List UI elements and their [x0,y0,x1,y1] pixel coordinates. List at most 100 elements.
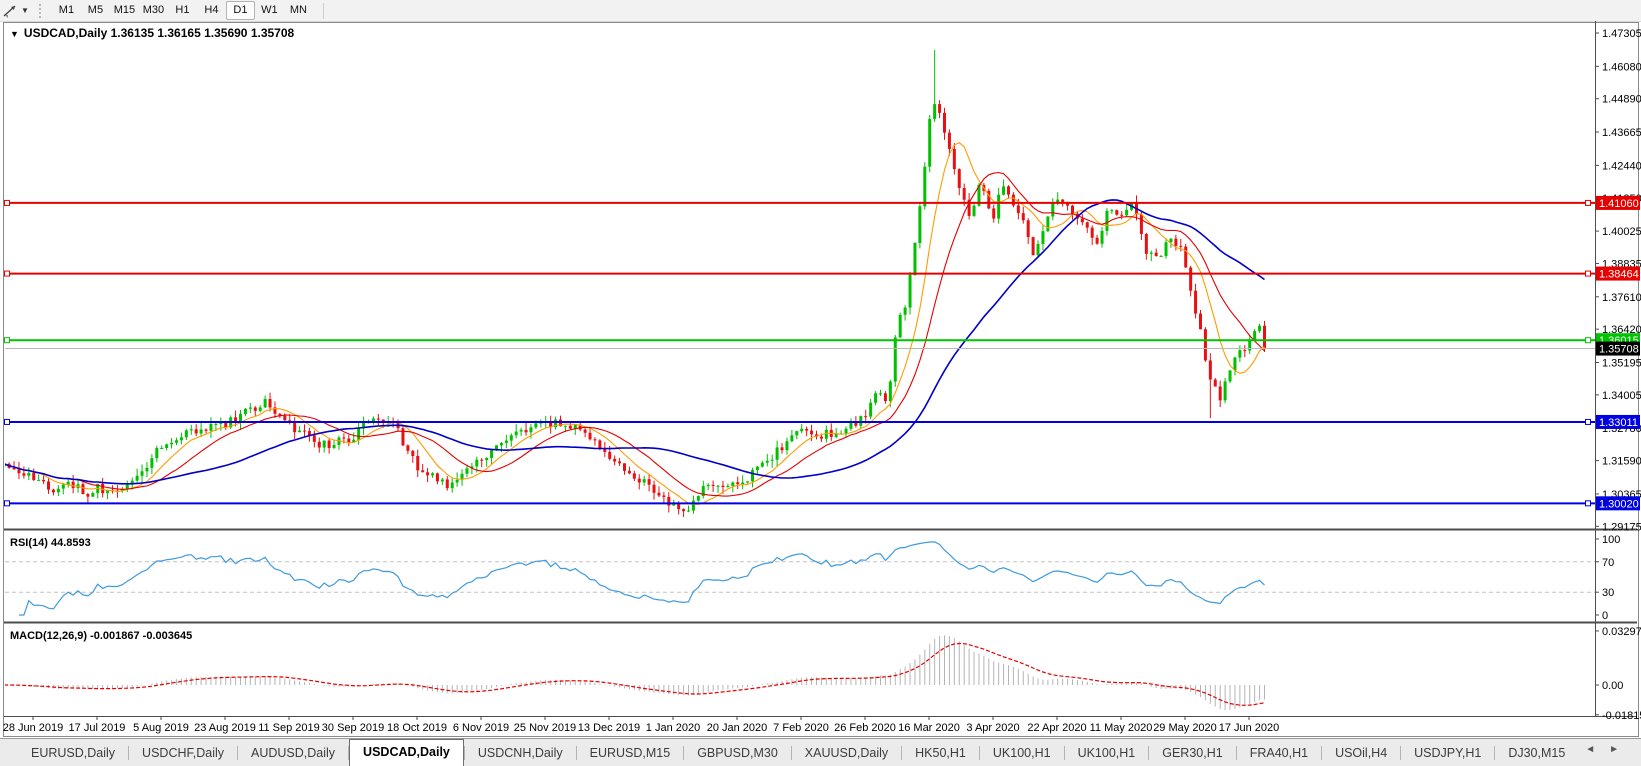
chart-symbol: USDCAD,Daily [24,26,107,40]
ohlc-open: 1.36135 [111,26,154,40]
date-axis-label: 30 Sep 2019 [322,722,384,734]
date-axis-label: 26 Feb 2020 [834,722,896,734]
ohlc-low: 1.35690 [204,26,247,40]
price-axis-label: 1.46080 [1602,61,1641,73]
price-axis-label: 1.42440 [1602,160,1641,172]
tab-usdcad-daily[interactable]: USDCAD,Daily [349,739,464,766]
svg-text:1.35708: 1.35708 [1599,344,1639,356]
date-axis-label: 22 Apr 2020 [1027,722,1086,734]
hline-handle[interactable] [1586,338,1591,343]
chart-tab-bar: EURUSD,DailyUSDCHF,DailyAUDUSD,DailyUSDC… [0,738,1641,766]
rsi-axis-label: 100 [1602,534,1620,546]
ohlc-high: 1.36165 [157,26,200,40]
bid-price-chip: 1.35708 [1596,342,1640,356]
macd-axis-label: 0.032972 [1602,626,1641,638]
macd-signal-line [4,644,1264,706]
price-axis-label: 1.37610 [1602,292,1641,304]
tab-dj30-m15[interactable]: DJ30,M15 [1495,740,1578,766]
date-axis-label: 29 May 2020 [1153,722,1217,734]
tab-fra40-h1[interactable]: FRA40,H1 [1237,740,1321,766]
date-axis-label: 23 Aug 2019 [194,722,256,734]
date-axis-label: 6 Nov 2019 [453,722,509,734]
date-axis-label: 11 Sep 2019 [258,722,320,734]
macd-panel[interactable]: MACD(12,26,9) -0.001867 -0.003645 0.03297… [4,626,1641,722]
hline-handle[interactable] [5,200,10,205]
hline-1.41060[interactable] [5,200,1596,205]
price-axis-label: 1.31590 [1602,456,1641,468]
ma-8-line [4,143,1264,505]
chart-title: ▼ USDCAD,Daily 1.36135 1.36165 1.35690 1.… [10,26,294,40]
chart-canvas[interactable]: 1.473051.460801.448901.436651.424401.412… [0,0,1641,766]
date-axis-label: 17 Jun 2020 [1219,722,1280,734]
svg-text:1.38464: 1.38464 [1599,269,1639,281]
tab-usoil-h4[interactable]: USOil,H4 [1322,740,1400,766]
tab-eurusd-m15[interactable]: EURUSD,M15 [577,740,684,766]
macd-title: MACD(12,26,9) -0.001867 -0.003645 [10,630,192,642]
price-axis-label: 1.43665 [1602,127,1641,139]
svg-text:1.30020: 1.30020 [1599,498,1639,510]
svg-text:1.33011: 1.33011 [1599,417,1638,429]
tab-usdcnh-daily[interactable]: USDCNH,Daily [465,740,576,766]
date-axis-label: 25 Nov 2019 [514,722,576,734]
hline-handle[interactable] [1586,200,1591,205]
hline-handle[interactable] [5,338,10,343]
date-axis-label: 7 Feb 2020 [773,722,829,734]
hline-price-chip: 1.30020 [1596,496,1640,510]
date-axis-label: 1 Jan 2020 [646,722,700,734]
rsi-axis-label: 0 [1602,610,1608,622]
hline-price-chip: 1.41060 [1596,196,1640,210]
chart-dropdown-icon[interactable]: ▼ [10,29,19,39]
rsi-panel[interactable]: RSI(14) 44.8593 100 70 30 0 [5,534,1620,622]
hline-1.38464[interactable] [5,271,1596,276]
tab-gbpusd-m30[interactable]: GBPUSD,M30 [684,740,791,766]
tab-uk100-h1[interactable]: UK100,H1 [980,740,1064,766]
date-axis-label: 3 Apr 2020 [966,722,1019,734]
hline-handle[interactable] [1586,271,1591,276]
tab-xauusd-daily[interactable]: XAUUSD,Daily [792,740,901,766]
hline-handle[interactable] [5,501,10,506]
svg-text:1.41060: 1.41060 [1599,198,1639,210]
tab-usdjpy-h1[interactable]: USDJPY,H1 [1401,740,1494,766]
hline-handle[interactable] [5,419,10,424]
macd-axis-label: -0.018154 [1602,710,1641,722]
tab-usdchf-daily[interactable]: USDCHF,Daily [129,740,237,766]
tab-eurusd-daily[interactable]: EURUSD,Daily [18,740,128,766]
hline-1.33011[interactable] [5,419,1596,424]
rsi-axis-label: 70 [1602,557,1614,569]
tab-ger30-h1[interactable]: GER30,H1 [1149,740,1235,766]
date-axis-label: 13 Dec 2019 [578,722,640,734]
date-axis-label: 17 Jul 2019 [69,722,126,734]
tab-scroll-nav: ◄► [1585,744,1633,755]
date-axis-label: 5 Aug 2019 [133,722,189,734]
price-axis-label: 1.29175 [1602,521,1641,533]
price-axis-label: 1.44890 [1602,94,1641,106]
hline-price-chip: 1.38464 [1596,267,1640,281]
price-axis-label: 1.34005 [1602,390,1641,402]
rsi-axis-label: 30 [1602,587,1614,599]
price-axis-label: 1.35195 [1602,358,1641,370]
tab-list: EURUSD,DailyUSDCHF,DailyAUDUSD,DailyUSDC… [18,740,1578,766]
date-axis-label: 16 Mar 2020 [898,722,960,734]
hline-1.36015[interactable] [5,338,1596,343]
date-axis-label: 18 Oct 2019 [387,722,447,734]
macd-axis-label: 0.00 [1602,680,1623,692]
ohlc-close: 1.35708 [251,26,294,40]
tab-uk100-h1[interactable]: UK100,H1 [1065,740,1149,766]
tab-hk50-h1[interactable]: HK50,H1 [902,740,979,766]
tab-scroll-left-icon[interactable]: ◄ [1585,744,1609,755]
rsi-title: RSI(14) 44.8593 [10,537,91,549]
date-axis-label: 20 Jan 2020 [707,722,768,734]
time-axis[interactable]: 28 Jun 2019 17 Jul 2019 5 Aug 2019 23 Aug 2… [3,717,1280,734]
hline-handle[interactable] [5,271,10,276]
hline-handle[interactable] [1586,501,1591,506]
rsi-line [19,542,1265,615]
hline-price-chip: 1.33011 [1596,415,1640,429]
hline-1.30020[interactable] [5,501,1596,506]
date-axis-label: 28 Jun 2019 [3,722,64,734]
hline-handle[interactable] [1586,419,1591,424]
price-axis[interactable]: 1.473051.460801.448901.436651.424401.412… [1595,28,1641,533]
tab-audusd-daily[interactable]: AUDUSD,Daily [238,740,348,766]
price-axis-label: 1.40025 [1602,226,1641,238]
date-axis-label: 11 May 2020 [1090,722,1153,734]
tab-scroll-right-icon[interactable]: ► [1609,744,1633,755]
